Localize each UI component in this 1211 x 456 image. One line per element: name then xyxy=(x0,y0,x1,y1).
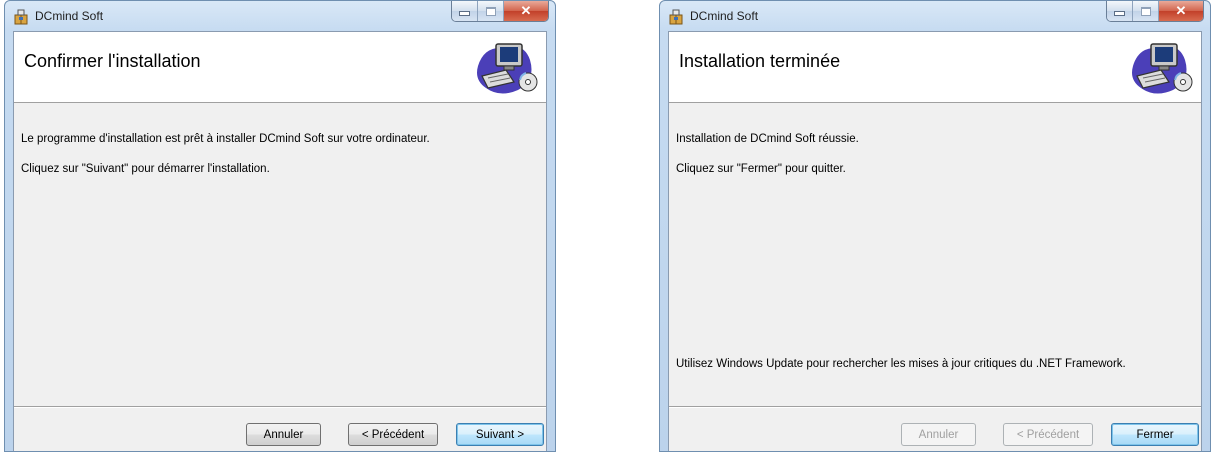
body-line-2: Cliquez sur "Fermer" pour quitter. xyxy=(676,163,846,175)
footer-separator xyxy=(14,406,546,408)
cancel-button[interactable]: Annuler xyxy=(901,423,976,446)
body-line-1: Le programme d'installation est prêt à i… xyxy=(21,133,430,145)
caption-buttons: ✕ xyxy=(451,1,549,22)
installer-window-complete: DCmind Soft ✕ Installation terminée Inst xyxy=(659,0,1211,452)
body-line-1: Installation de DCmind Soft réussie. xyxy=(676,133,859,145)
close-button[interactable]: Fermer xyxy=(1111,423,1199,446)
title-bar[interactable]: DCmind Soft ✕ xyxy=(5,1,555,31)
minimize-icon[interactable] xyxy=(1107,1,1133,21)
dialog-client-area: Confirmer l'installation Le programme d'… xyxy=(13,31,547,451)
installer-icon xyxy=(14,9,28,25)
installer-window-confirm: DCmind Soft ✕ Confirmer l'installation L xyxy=(4,0,556,452)
dialog-header: Installation terminée xyxy=(669,32,1201,103)
minimize-icon[interactable] xyxy=(452,1,478,21)
computer-cd-icon xyxy=(477,43,538,94)
dialog-client-area: Installation terminée Installation de DC… xyxy=(668,31,1202,451)
windows-update-note: Utilisez Windows Update pour rechercher … xyxy=(676,358,1126,370)
page-title: Confirmer l'installation xyxy=(24,51,201,71)
close-icon[interactable]: ✕ xyxy=(504,1,548,21)
window-title: DCmind Soft xyxy=(35,9,104,23)
caption-buttons: ✕ xyxy=(1106,1,1204,22)
installer-icon xyxy=(669,9,683,25)
window-title: DCmind Soft xyxy=(690,9,759,23)
next-button[interactable]: Suivant > xyxy=(456,423,544,446)
computer-cd-icon xyxy=(1132,43,1193,94)
title-bar[interactable]: DCmind Soft ✕ xyxy=(660,1,1210,31)
previous-button[interactable]: < Précédent xyxy=(1003,423,1093,446)
cancel-button[interactable]: Annuler xyxy=(246,423,321,446)
footer-separator xyxy=(669,406,1201,408)
dialog-header: Confirmer l'installation xyxy=(14,32,546,103)
maximize-icon[interactable] xyxy=(1133,1,1159,21)
body-line-2: Cliquez sur "Suivant" pour démarrer l'in… xyxy=(21,163,270,175)
page-title: Installation terminée xyxy=(679,51,841,71)
close-icon[interactable]: ✕ xyxy=(1159,1,1203,21)
previous-button[interactable]: < Précédent xyxy=(348,423,438,446)
maximize-icon[interactable] xyxy=(478,1,504,21)
